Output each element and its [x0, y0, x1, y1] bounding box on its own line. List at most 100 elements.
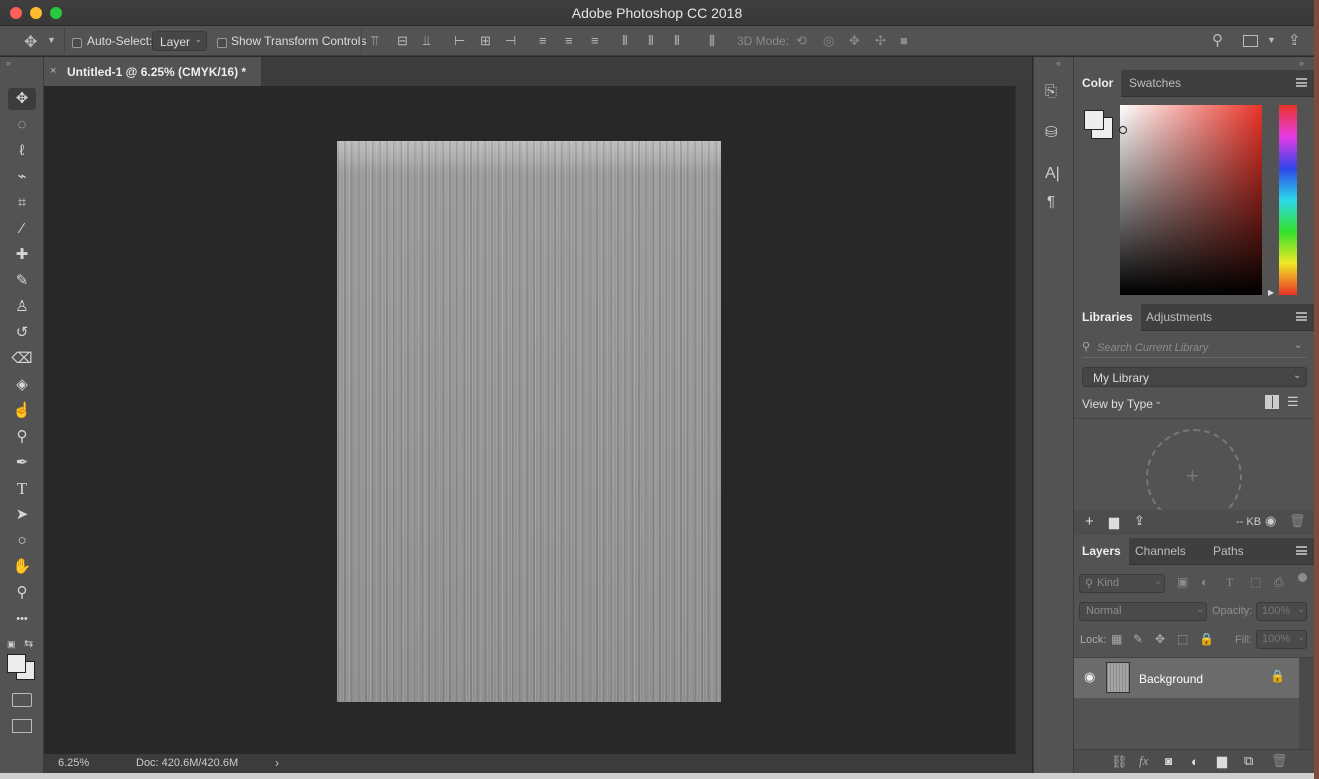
- pen-tool[interactable]: ✒: [8, 452, 36, 474]
- hand-tool[interactable]: ✋: [8, 556, 36, 578]
- blend-mode-select[interactable]: Normal ⌄: [1079, 602, 1207, 621]
- collapse-arrows-icon[interactable]: »: [1299, 58, 1304, 68]
- eyedropper-tool[interactable]: ⁄: [8, 218, 36, 240]
- status-menu-arrow[interactable]: ›: [275, 756, 279, 770]
- expand-arrows-icon[interactable]: «: [1056, 58, 1061, 68]
- filter-adjustment-icon[interactable]: ◐: [1201, 575, 1208, 589]
- filter-shape-icon[interactable]: ⬚: [1250, 575, 1261, 589]
- eraser-tool[interactable]: ⌫: [8, 348, 36, 370]
- default-colors-icon[interactable]: ▣: [7, 639, 16, 650]
- align-vcenter-icon[interactable]: ⊟: [397, 33, 408, 49]
- lock-pixels-icon[interactable]: ✎: [1133, 632, 1143, 646]
- panel-menu-icon[interactable]: [1296, 312, 1307, 321]
- move-tool-preset-icon[interactable]: ✥: [24, 32, 37, 52]
- distribute-right-icon[interactable]: ⦀: [674, 33, 680, 49]
- fx-icon[interactable]: fx: [1139, 753, 1148, 769]
- path-selection-tool[interactable]: ➤: [8, 504, 36, 526]
- adjustment-layer-icon[interactable]: ◐: [1191, 754, 1199, 769]
- marquee-tool[interactable]: ◌: [8, 114, 36, 136]
- crop-tool[interactable]: ⌗: [8, 192, 36, 214]
- foreground-color-swatch[interactable]: [7, 654, 26, 673]
- library-select[interactable]: My Library ⌄: [1082, 367, 1307, 387]
- paragraph-icon[interactable]: ¶: [1047, 193, 1055, 210]
- tab-paths[interactable]: Paths: [1205, 538, 1252, 565]
- 3d-camera-icon[interactable]: ■: [900, 33, 908, 48]
- history-brush-tool[interactable]: ↺: [8, 322, 36, 344]
- quick-mask-icon[interactable]: [12, 693, 32, 707]
- 3d-roll-icon[interactable]: ◎: [823, 33, 834, 49]
- filter-type-icon[interactable]: T: [1226, 575, 1233, 590]
- auto-select-checkbox[interactable]: [72, 35, 82, 49]
- grid-view-icon[interactable]: [1265, 395, 1279, 409]
- align-bottom-icon[interactable]: ⫫: [423, 33, 430, 49]
- dodge-tool[interactable]: ⚲: [8, 426, 36, 448]
- distribute-vcenter-icon[interactable]: ≡: [565, 33, 573, 48]
- lock-all-icon[interactable]: 🔒: [1199, 632, 1214, 646]
- tab-color[interactable]: Color: [1074, 70, 1122, 97]
- lock-transparent-icon[interactable]: ▦: [1111, 632, 1122, 646]
- swap-colors-icon[interactable]: ⇆: [24, 637, 33, 650]
- distribute-hcenter-icon[interactable]: ⦀: [648, 33, 654, 49]
- folder-icon[interactable]: ▆: [1109, 514, 1119, 530]
- show-transform-checkbox[interactable]: [217, 35, 227, 49]
- 3d-orbit-icon[interactable]: ⟲: [796, 33, 807, 49]
- type-tool[interactable]: T: [8, 478, 36, 500]
- canvas-area[interactable]: [44, 86, 1015, 754]
- opacity-input[interactable]: 100% ⌄: [1256, 602, 1307, 621]
- add-icon[interactable]: +: [1085, 513, 1094, 530]
- color-picker-ring[interactable]: [1119, 126, 1127, 134]
- list-view-icon[interactable]: ☰: [1287, 394, 1299, 410]
- chevron-down-icon[interactable]: ⌄: [1154, 396, 1162, 407]
- screen-mode-icon[interactable]: [12, 719, 32, 733]
- tab-document[interactable]: × Untitled-1 @ 6.25% (CMYK/16) *: [44, 57, 262, 86]
- lasso-tool[interactable]: ℓ: [8, 140, 36, 162]
- panel-menu-icon[interactable]: [1296, 546, 1307, 555]
- add-mask-icon[interactable]: ◙: [1165, 754, 1172, 768]
- workspace-icon[interactable]: [1243, 35, 1258, 47]
- link-layers-icon[interactable]: ⛓: [1111, 754, 1128, 770]
- ellipse-tool[interactable]: ○: [8, 530, 36, 552]
- auto-select-dropdown[interactable]: Layer ⌄: [152, 31, 207, 51]
- collapse-arrows-icon[interactable]: »: [6, 58, 11, 68]
- properties-icon[interactable]: ⛁: [1045, 123, 1058, 141]
- hue-slider[interactable]: [1279, 105, 1297, 295]
- tab-swatches[interactable]: Swatches: [1121, 70, 1189, 97]
- upload-icon[interactable]: ⇪: [1134, 513, 1145, 529]
- lock-artboard-icon[interactable]: ⬚: [1177, 632, 1188, 646]
- more-tools[interactable]: •••: [8, 608, 36, 630]
- move-tool[interactable]: ✥: [8, 88, 36, 110]
- smudge-tool[interactable]: ☝: [8, 400, 36, 422]
- chevron-down-icon[interactable]: ▼: [47, 35, 56, 45]
- new-layer-icon[interactable]: ⧉: [1244, 753, 1253, 769]
- zoom-tool[interactable]: ⚲: [8, 582, 36, 604]
- tab-channels[interactable]: Channels: [1127, 538, 1194, 565]
- layer-filter-kind[interactable]: ⚲ Kind ⌄: [1079, 574, 1165, 593]
- search-icon[interactable]: ⚲: [1212, 31, 1223, 49]
- zoom-level[interactable]: 6.25%: [58, 757, 89, 769]
- panel-menu-icon[interactable]: [1296, 78, 1307, 87]
- layer-name[interactable]: Background: [1139, 672, 1203, 686]
- chevron-down-icon[interactable]: ▼: [1267, 35, 1276, 45]
- sync-icon[interactable]: ◉: [1265, 513, 1276, 529]
- close-tab-icon[interactable]: ×: [50, 65, 56, 77]
- healing-brush-tool[interactable]: ✚: [8, 244, 36, 266]
- tab-libraries[interactable]: Libraries: [1074, 304, 1141, 331]
- trash-icon[interactable]: 🗑: [1289, 513, 1306, 529]
- hue-slider-arrow-icon[interactable]: ▶: [1268, 288, 1274, 297]
- clone-stamp-tool[interactable]: ♙: [8, 296, 36, 318]
- new-group-icon[interactable]: ▆: [1217, 753, 1227, 769]
- filter-pixel-icon[interactable]: ▣: [1177, 575, 1188, 589]
- brush-tool[interactable]: ✎: [8, 270, 36, 292]
- distribute-bottom-icon[interactable]: ≡: [591, 33, 599, 48]
- delete-layer-icon[interactable]: 🗑: [1271, 753, 1288, 769]
- share-icon[interactable]: ⇪: [1288, 31, 1301, 49]
- library-search-input[interactable]: ⚲ Search Current Library ⌄: [1082, 339, 1306, 358]
- color-fg-swatch[interactable]: [1084, 110, 1104, 130]
- lock-position-icon[interactable]: ✥: [1155, 632, 1165, 646]
- layer-row[interactable]: ◉ Background 🔒: [1074, 658, 1299, 698]
- fill-input[interactable]: 100% ⌄: [1256, 630, 1307, 649]
- align-hcenter-icon[interactable]: ⊞: [480, 33, 491, 49]
- quick-selection-tool[interactable]: ⌁: [8, 166, 36, 188]
- auto-align-icon[interactable]: ⫼: [709, 33, 715, 49]
- filter-toggle-icon[interactable]: [1298, 573, 1307, 582]
